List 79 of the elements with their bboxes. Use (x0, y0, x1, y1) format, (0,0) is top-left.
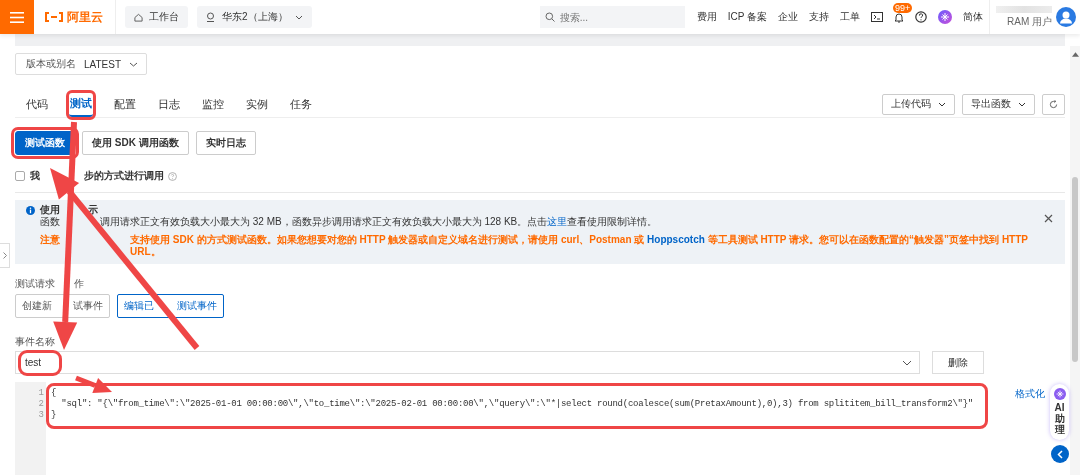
action-button[interactable]: 实时日志 (195, 131, 256, 155)
dropdown-button[interactable]: 导出函数 (962, 93, 1035, 115)
tab[interactable]: 实例 (245, 93, 269, 117)
bell-icon[interactable] (894, 11, 904, 23)
workbench-button[interactable]: 工作台 (125, 6, 188, 28)
notice-text: 函数 (40, 216, 60, 228)
tab[interactable]: 配置 (113, 93, 137, 117)
tab[interactable]: 日志 (157, 93, 181, 117)
nav-link[interactable]: 工单 (840, 10, 860, 24)
help-icon[interactable] (915, 11, 927, 23)
event-button[interactable]: 创建新 试事件 (15, 294, 110, 318)
action-button[interactable]: 使用 SDK 调用函数 (82, 131, 189, 155)
line-number: 1 (38, 388, 44, 399)
tab[interactable]: 代码 (25, 93, 49, 117)
search-icon (544, 12, 555, 22)
code-line: { (51, 388, 57, 399)
sparkle-icon (1053, 388, 1066, 400)
nav-link[interactable]: ICP 备案 (727, 10, 767, 24)
version-select[interactable]: 版本或别名 LATEST (15, 53, 148, 75)
code-line: } (51, 410, 57, 421)
nav-link[interactable]: 费用 (696, 10, 717, 24)
close-icon[interactable] (1044, 214, 1053, 223)
event-button[interactable]: 编辑已 测试事件 (117, 294, 224, 318)
tab[interactable]: 测试 (69, 93, 93, 117)
logo-icon (44, 12, 64, 22)
checkbox[interactable] (15, 171, 25, 181)
chevron-icon (2, 252, 7, 259)
line-number: 3 (38, 410, 44, 421)
nav-link[interactable]: 企业 (778, 10, 798, 24)
warning-text: 支持使用 SDK 的方式测试函数。如果您想要对您的 HTTP 触发器或自定义域名进行测试，请使用 curl、Postman 或 Hoppscotch 等工具测试 HTTP 请求。您可以在函数配置的“触发器”页签中找到 HTTP URL。 (130, 234, 1029, 258)
delete-button[interactable]: 删除 (932, 351, 984, 374)
location-icon (206, 12, 215, 22)
tab[interactable]: 任务 (289, 93, 313, 117)
region-select[interactable]: 华东2（上海） (197, 6, 312, 28)
sparkle-icon[interactable] (938, 10, 952, 24)
notice-text: 调用请求正文有效负载大小最大为 32 MB，函数异步调用请求正文有效负载大小最大为 128 KB。点击这里查看使用限制详情。 (100, 216, 658, 228)
section-label: 作 (74, 278, 84, 290)
collapse-button[interactable] (1051, 445, 1069, 463)
chevron-icon (1057, 449, 1063, 459)
line-number: 2 (38, 399, 44, 410)
refresh-button[interactable] (1042, 93, 1065, 115)
field-label: 事件名称 (15, 336, 55, 348)
scrollbar[interactable] (1070, 46, 1080, 475)
dropdown-button[interactable]: 上传代码 (882, 93, 955, 115)
chevron-icon (294, 14, 303, 20)
checkbox-label: 步的方式进行调用 (84, 170, 164, 182)
ai-assistant-label: AI助理 (1053, 402, 1066, 435)
terminal-icon[interactable] (871, 12, 883, 22)
ai-assistant-button[interactable]: AI助理 (1050, 384, 1069, 440)
chevron-icon (129, 61, 139, 67)
refresh-icon (1049, 99, 1058, 109)
checkbox-label: 我 (30, 170, 40, 182)
event-name-select[interactable]: test (15, 351, 920, 374)
tab[interactable]: 监控 (201, 93, 225, 117)
format-link[interactable]: 格式化 (1015, 387, 1045, 401)
logo-text: 阿里云 (67, 8, 103, 26)
notification-badge: 99+ (893, 2, 913, 13)
menu-button[interactable] (0, 0, 34, 34)
menu-icon (10, 11, 24, 23)
chevron-icon (1018, 101, 1026, 107)
scroll-up-icon[interactable] (1071, 52, 1079, 57)
notice-title: 使用 (40, 204, 60, 216)
hoppscotch-link[interactable]: Hoppscotch (647, 234, 705, 245)
user-role: RAM 用户 (1007, 14, 1052, 29)
chevron-icon (902, 359, 912, 366)
nav-link[interactable]: 支持 (809, 10, 829, 24)
chevron-icon (938, 101, 946, 107)
home-icon (134, 12, 143, 22)
scrollbar-thumb[interactable] (1072, 177, 1078, 362)
section-label: 测试请求 (15, 278, 55, 290)
language-link[interactable]: 简体 (963, 10, 983, 24)
annotation-arrow (75, 375, 112, 393)
redacted-name (996, 5, 1052, 13)
search-field[interactable]: 搜索... (539, 6, 685, 28)
info-icon (26, 206, 35, 215)
warning-text: 注意 (40, 234, 60, 246)
limits-link[interactable]: 这里 (547, 216, 568, 227)
avatar-icon[interactable] (1056, 7, 1076, 27)
code-line: "sql": "{\"from_time\":\"2025-01-01 00:00:00\",\"to_time\":\"2025-02-01 00:00:00\",\"query\":\"*|select round(coalesce(sum(PretaxAmount),0),3) from splititem_bill_transform2\"}" (60, 399, 973, 410)
